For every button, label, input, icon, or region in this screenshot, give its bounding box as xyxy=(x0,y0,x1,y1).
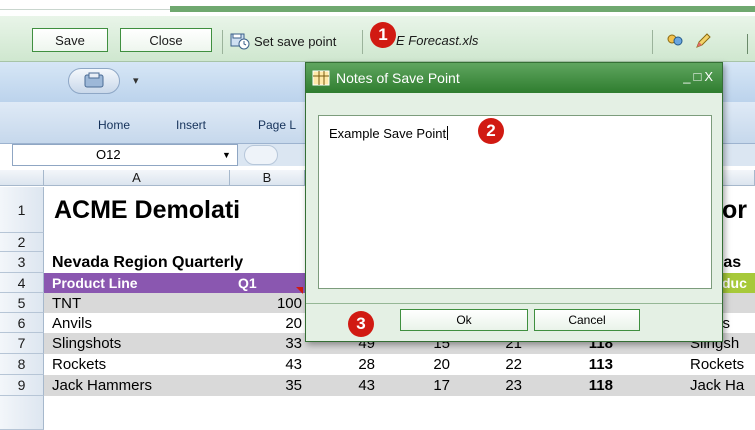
cancel-button[interactable]: Cancel xyxy=(534,309,640,331)
name-box-dropdown-icon[interactable]: ▼ xyxy=(222,150,231,160)
cell-q2[interactable]: 43 xyxy=(305,375,375,395)
set-save-point-label: Set save point xyxy=(254,33,337,49)
cell-q1[interactable]: 43 xyxy=(230,354,302,374)
cell-q3[interactable]: 17 xyxy=(380,375,450,395)
column-header-b[interactable]: B xyxy=(230,170,305,186)
cell-right[interactable]: Rockets xyxy=(690,354,755,374)
row-header-10[interactable] xyxy=(0,396,44,430)
note-textarea[interactable]: Example Save Point xyxy=(318,115,712,289)
cell-q1[interactable]: 35 xyxy=(230,375,302,395)
cell-q4[interactable]: 22 xyxy=(452,354,522,374)
set-save-point-button[interactable]: Set save point xyxy=(230,30,336,52)
row-header-7[interactable]: 7 xyxy=(0,333,44,354)
maximize-icon[interactable]: □ xyxy=(693,69,704,84)
tab-home[interactable]: Home xyxy=(98,118,130,132)
notes-window-icon xyxy=(312,70,330,86)
step-badge-1: 1 xyxy=(370,22,396,48)
ok-button[interactable]: Ok xyxy=(400,309,528,331)
close-button[interactable]: Close xyxy=(120,28,212,52)
cell-q1[interactable]: 33 xyxy=(230,333,302,353)
note-text: Example Save Point xyxy=(329,126,447,141)
users-icon[interactable] xyxy=(666,32,684,50)
name-box-value: O12 xyxy=(96,147,121,162)
toolbar-separator xyxy=(362,30,363,54)
quick-access-dropdown-icon[interactable]: ▾ xyxy=(133,74,139,87)
close-icon[interactable]: X xyxy=(704,69,716,84)
header-right[interactable]: duc xyxy=(722,273,747,293)
cell-name[interactable]: TNT xyxy=(52,293,232,313)
dialog-separator xyxy=(306,303,722,304)
cell-total[interactable]: 118 xyxy=(525,375,613,395)
toolbar-edge xyxy=(747,34,748,54)
file-name-label: E Forecast.xls xyxy=(396,33,479,48)
dialog-title-bar[interactable]: Notes of Save Point xyxy=(306,63,722,93)
sheet-title-right[interactable]: or xyxy=(722,190,747,230)
tab-page-layout[interactable]: Page L xyxy=(258,118,296,132)
office-logo-icon xyxy=(84,72,104,88)
step-badge-2: 2 xyxy=(478,118,504,144)
row-header-1[interactable]: 1 xyxy=(0,187,44,233)
notes-dialog: Notes of Save Point _□X Example Save Poi… xyxy=(305,62,723,342)
text-caret xyxy=(447,126,449,140)
column-header-a[interactable]: A xyxy=(44,170,230,186)
save-button[interactable]: Save xyxy=(32,28,108,52)
cell-total[interactable]: 113 xyxy=(525,354,613,374)
formula-function-button[interactable] xyxy=(244,145,278,165)
office-button[interactable] xyxy=(68,68,120,94)
row-header-9[interactable]: 9 xyxy=(0,375,44,396)
edit-pencil-icon[interactable] xyxy=(694,32,712,50)
cell-q1[interactable]: 20 xyxy=(230,313,302,333)
tab-insert[interactable]: Insert xyxy=(176,118,206,132)
toolbar-separator xyxy=(652,30,653,54)
cell-q2[interactable]: 28 xyxy=(305,354,375,374)
cell-name[interactable]: Anvils xyxy=(52,313,232,333)
sheet-title[interactable]: ACME Demolati xyxy=(54,190,240,230)
minimize-icon[interactable]: _ xyxy=(683,69,693,84)
top-green-rule xyxy=(170,6,755,12)
cell-name[interactable]: Jack Hammers xyxy=(52,375,232,395)
cell-q3[interactable]: 20 xyxy=(380,354,450,374)
dialog-title: Notes of Save Point xyxy=(336,70,460,86)
top-tab-stub xyxy=(0,0,170,10)
row-header-3[interactable]: 3 xyxy=(0,252,44,273)
row-header-6[interactable]: 6 xyxy=(0,313,44,333)
cell-q1[interactable]: 100 xyxy=(230,293,302,313)
step-badge-3: 3 xyxy=(348,311,374,337)
cell-right[interactable]: Jack Ha xyxy=(690,375,755,395)
sheet-subtitle[interactable]: Nevada Region Quarterly xyxy=(52,253,243,273)
row-header-4[interactable]: 4 xyxy=(0,273,44,293)
row-header-2[interactable]: 2 xyxy=(0,233,44,252)
row-header-8[interactable]: 8 xyxy=(0,354,44,375)
cell-name[interactable]: Slingshots xyxy=(52,333,232,353)
cell-q4[interactable]: 23 xyxy=(452,375,522,395)
toolbar-separator xyxy=(222,30,223,54)
save-point-icon xyxy=(230,33,250,50)
header-product-line[interactable]: Product Line xyxy=(52,273,138,293)
header-q1[interactable]: Q1 xyxy=(238,273,257,293)
row-header-5[interactable]: 5 xyxy=(0,293,44,313)
cell-name[interactable]: Rockets xyxy=(52,354,232,374)
name-box[interactable] xyxy=(12,144,238,166)
dialog-window-controls[interactable]: _□X xyxy=(683,69,716,84)
select-all-corner[interactable] xyxy=(0,170,44,186)
